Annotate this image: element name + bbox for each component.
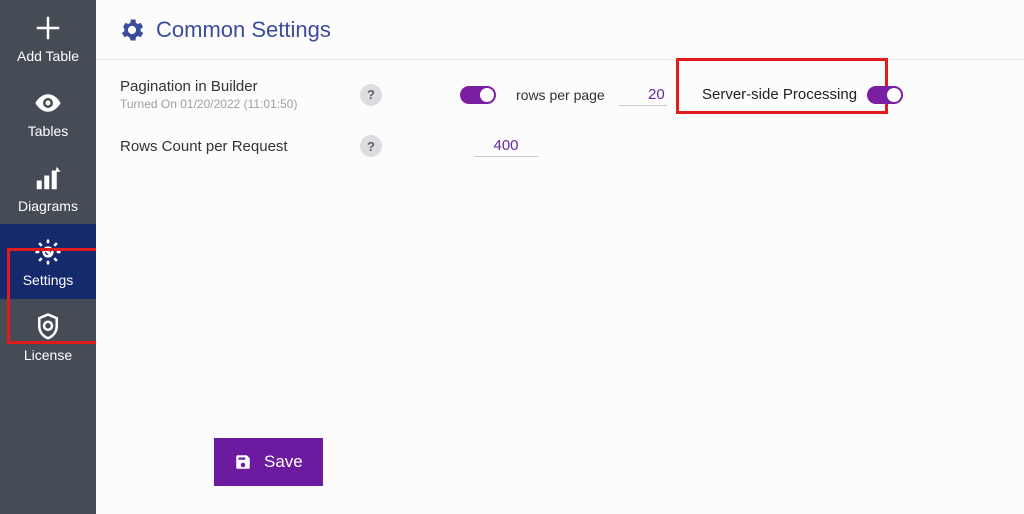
sidebar-item-label: Settings: [23, 272, 74, 289]
rowcount-label: Rows Count per Request: [120, 138, 360, 155]
pagination-label: Pagination in Builder: [120, 78, 360, 95]
setting-row-pagination: Pagination in Builder Turned On 01/20/20…: [120, 78, 1000, 111]
save-button-label: Save: [264, 452, 303, 472]
page-title: Common Settings: [156, 17, 331, 43]
bars-icon: [32, 162, 64, 194]
rowcount-input[interactable]: [474, 135, 538, 157]
sidebar-item-label: Add Table: [17, 48, 79, 65]
page-header: Common Settings: [96, 0, 1024, 60]
plus-icon: [32, 12, 64, 44]
ssp-toggle[interactable]: [867, 86, 903, 104]
sidebar-item-license[interactable]: License: [0, 299, 96, 374]
rows-per-page-input[interactable]: [619, 84, 667, 106]
sidebar-item-label: Tables: [28, 123, 68, 140]
save-icon: [234, 453, 252, 471]
sidebar: Add Table Tables Diagrams: [0, 0, 96, 514]
sidebar-item-label: Diagrams: [18, 198, 78, 215]
gear-icon: [118, 16, 146, 44]
help-button-pagination[interactable]: ?: [360, 84, 382, 106]
sidebar-item-label: License: [24, 347, 72, 364]
toggle-knob: [480, 88, 494, 102]
badge-icon: [32, 311, 64, 343]
main-panel: Common Settings Pagination in Builder Tu…: [96, 0, 1024, 514]
rows-per-page-label: rows per page: [516, 87, 605, 103]
pagination-toggle[interactable]: [460, 86, 496, 104]
help-button-rowcount[interactable]: ?: [360, 135, 382, 157]
sidebar-item-tables[interactable]: Tables: [0, 75, 96, 150]
pagination-subtext: Turned On 01/20/2022 (11:01:50): [120, 97, 360, 111]
toggle-knob: [887, 88, 901, 102]
sidebar-item-diagrams[interactable]: Diagrams: [0, 150, 96, 225]
eye-icon: [32, 87, 64, 119]
setting-row-rowcount: Rows Count per Request ?: [120, 135, 1000, 157]
save-button[interactable]: Save: [214, 438, 323, 486]
sidebar-item-settings[interactable]: Settings: [0, 224, 96, 299]
settings-tool-icon: [32, 236, 64, 268]
sidebar-item-add-table[interactable]: Add Table: [0, 0, 96, 75]
ssp-label: Server-side Processing: [702, 86, 857, 103]
